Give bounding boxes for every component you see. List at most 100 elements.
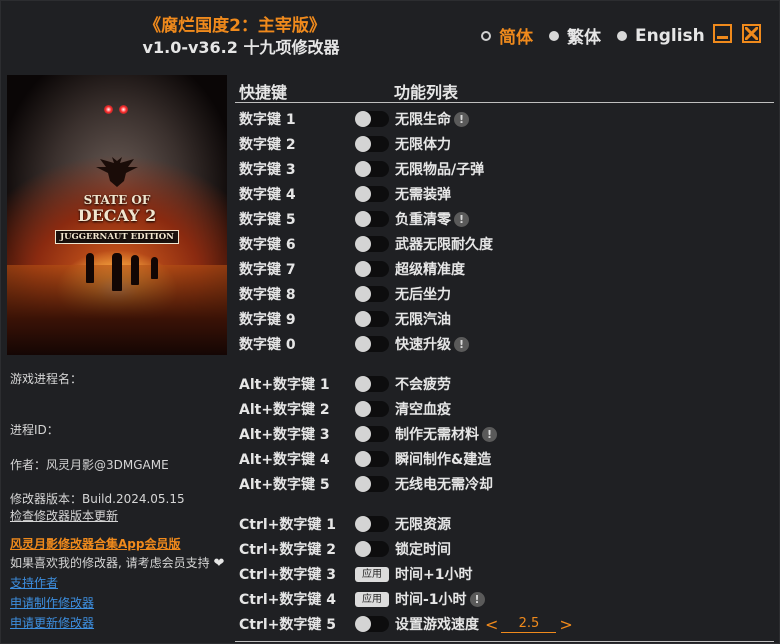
- toggle-switch[interactable]: [355, 616, 389, 632]
- minimize-button[interactable]: [713, 24, 732, 43]
- toggle-switch[interactable]: [355, 211, 389, 227]
- hotkey-label: Alt+数字键 2: [239, 402, 330, 418]
- author-label: 作者：风灵月影@3DMGAME: [10, 458, 169, 472]
- app-promo-link[interactable]: 风灵月影修改器合集App会员版: [10, 535, 180, 552]
- toggle-switch[interactable]: [355, 426, 389, 442]
- feature-label: 制作无需材料: [395, 427, 479, 443]
- toggle-knob: [355, 376, 371, 392]
- toggle-knob: [355, 161, 371, 177]
- hotkey-label: Ctrl+数字键 4: [239, 592, 337, 608]
- toggle-switch[interactable]: [355, 286, 389, 302]
- feature-label: 超级精准度: [395, 262, 465, 278]
- toggle-switch[interactable]: [355, 136, 389, 152]
- toggle-switch[interactable]: [355, 541, 389, 557]
- request-update-link[interactable]: 申请更新修改器: [10, 614, 94, 631]
- toggle-switch[interactable]: [355, 311, 389, 327]
- header-divider: [235, 102, 774, 103]
- game-cover-image: STATE OF DECAY 2 JUGGERNAUT EDITION: [7, 75, 227, 355]
- hotkey-label: Ctrl+数字键 3: [239, 567, 337, 583]
- request-trainer-link[interactable]: 申请制作修改器: [10, 594, 94, 611]
- game-title: 《腐烂国度2：主宰版》: [144, 16, 326, 36]
- feature-label: 负重清零: [395, 212, 451, 228]
- close-button[interactable]: [742, 24, 761, 43]
- cheat-row: Ctrl+数字键 4 应用 时间-1小时!: [239, 588, 485, 610]
- cheat-row: Ctrl+数字键 2 锁定时间: [239, 538, 451, 560]
- toggle-knob: [355, 336, 371, 352]
- toggle-knob: [355, 541, 371, 557]
- toggle-knob: [355, 236, 371, 252]
- cover-title-line2: DECAY 2: [77, 206, 157, 225]
- toggle-switch[interactable]: [355, 336, 389, 352]
- toggle-switch[interactable]: [355, 161, 389, 177]
- process-id-label: 进程ID：: [10, 423, 59, 437]
- lang-traditional[interactable]: 繁体: [549, 23, 601, 48]
- toggle-knob: [355, 111, 371, 127]
- hotkey-label: 数字键 4: [239, 187, 296, 203]
- toggle-switch[interactable]: [355, 476, 389, 492]
- eagle-emblem-icon: [96, 157, 138, 187]
- increase-arrow-icon[interactable]: >: [559, 615, 572, 634]
- language-selector: 简体 繁体 English: [481, 23, 721, 48]
- toggle-switch[interactable]: [355, 451, 389, 467]
- toggle-switch[interactable]: [355, 376, 389, 392]
- feature-label: 不会疲劳: [395, 377, 451, 393]
- hotkey-label: 数字键 3: [239, 162, 296, 178]
- check-update-link[interactable]: 检查修改器版本更新: [10, 507, 118, 524]
- hotkey-label: Alt+数字键 1: [239, 377, 330, 393]
- lang-english[interactable]: English: [617, 26, 705, 46]
- speed-value-input[interactable]: 2.5: [501, 616, 557, 633]
- feature-label: 无需装弹: [395, 187, 451, 203]
- toggle-knob: [355, 286, 371, 302]
- feature-label: 设置游戏速度: [395, 617, 479, 633]
- warning-icon[interactable]: !: [454, 111, 469, 127]
- hotkey-label: Ctrl+数字键 2: [239, 542, 337, 558]
- cheat-row: Ctrl+数字键 5 设置游戏速度 <2.5 >: [239, 613, 573, 635]
- survivor-figure: [151, 257, 158, 279]
- warning-icon[interactable]: !: [482, 426, 497, 442]
- close-icon: [745, 27, 758, 40]
- hotkey-label: 数字键 2: [239, 137, 296, 153]
- warning-icon[interactable]: !: [454, 211, 469, 227]
- radio-selected-icon[interactable]: [481, 30, 491, 41]
- lang-label: English: [635, 25, 705, 46]
- warning-icon[interactable]: !: [454, 336, 469, 352]
- speed-control: <2.5 >: [485, 615, 573, 634]
- feature-label: 武器无限耐久度: [395, 237, 493, 253]
- radio-icon[interactable]: [617, 30, 627, 41]
- hotkey-label: 数字键 1: [239, 112, 296, 128]
- toggle-switch[interactable]: [355, 401, 389, 417]
- hotkey-label: 数字键 7: [239, 262, 296, 278]
- toggle-knob: [355, 401, 371, 417]
- toggle-switch[interactable]: [355, 236, 389, 252]
- radio-icon[interactable]: [549, 30, 559, 41]
- bottom-divider: [235, 641, 774, 642]
- hotkey-label: 数字键 8: [239, 287, 296, 303]
- decrease-arrow-icon[interactable]: <: [485, 615, 498, 634]
- cheat-row: Ctrl+数字键 3 应用 时间+1小时: [239, 563, 472, 585]
- toggle-knob: [355, 211, 371, 227]
- title-block: 《腐烂国度2：主宰版》 v1.0-v36.2 十九项修改器: [141, 15, 341, 59]
- cheat-row: Alt+数字键 3 制作无需材料!: [239, 423, 497, 445]
- cheat-row: 数字键 1 无限生命!: [239, 108, 469, 130]
- lang-simplified[interactable]: 简体: [481, 23, 533, 48]
- cheat-row: 数字键 4 无需装弹: [239, 183, 451, 205]
- warning-icon[interactable]: !: [469, 591, 485, 607]
- toggle-knob: [355, 476, 371, 492]
- apply-button[interactable]: 应用: [355, 566, 389, 582]
- monster-eye: [104, 105, 113, 114]
- toggle-switch[interactable]: [355, 186, 389, 202]
- support-author-link[interactable]: 支持作者: [10, 574, 58, 591]
- column-header-features: 功能列表: [394, 83, 459, 102]
- apply-button[interactable]: 应用: [355, 591, 389, 607]
- toggle-knob: [355, 426, 371, 442]
- support-text-label: 如果喜欢我的修改器, 请考虑会员支持: [10, 556, 210, 570]
- toggle-knob: [355, 186, 371, 202]
- feature-label: 无限体力: [395, 137, 451, 153]
- toggle-switch[interactable]: [355, 516, 389, 532]
- toggle-switch[interactable]: [355, 111, 389, 127]
- monster-eye: [119, 105, 128, 114]
- lang-label: 简体: [499, 28, 533, 48]
- toggle-switch[interactable]: [355, 261, 389, 277]
- feature-label: 快速升级: [395, 337, 451, 353]
- toggle-knob: [355, 311, 371, 327]
